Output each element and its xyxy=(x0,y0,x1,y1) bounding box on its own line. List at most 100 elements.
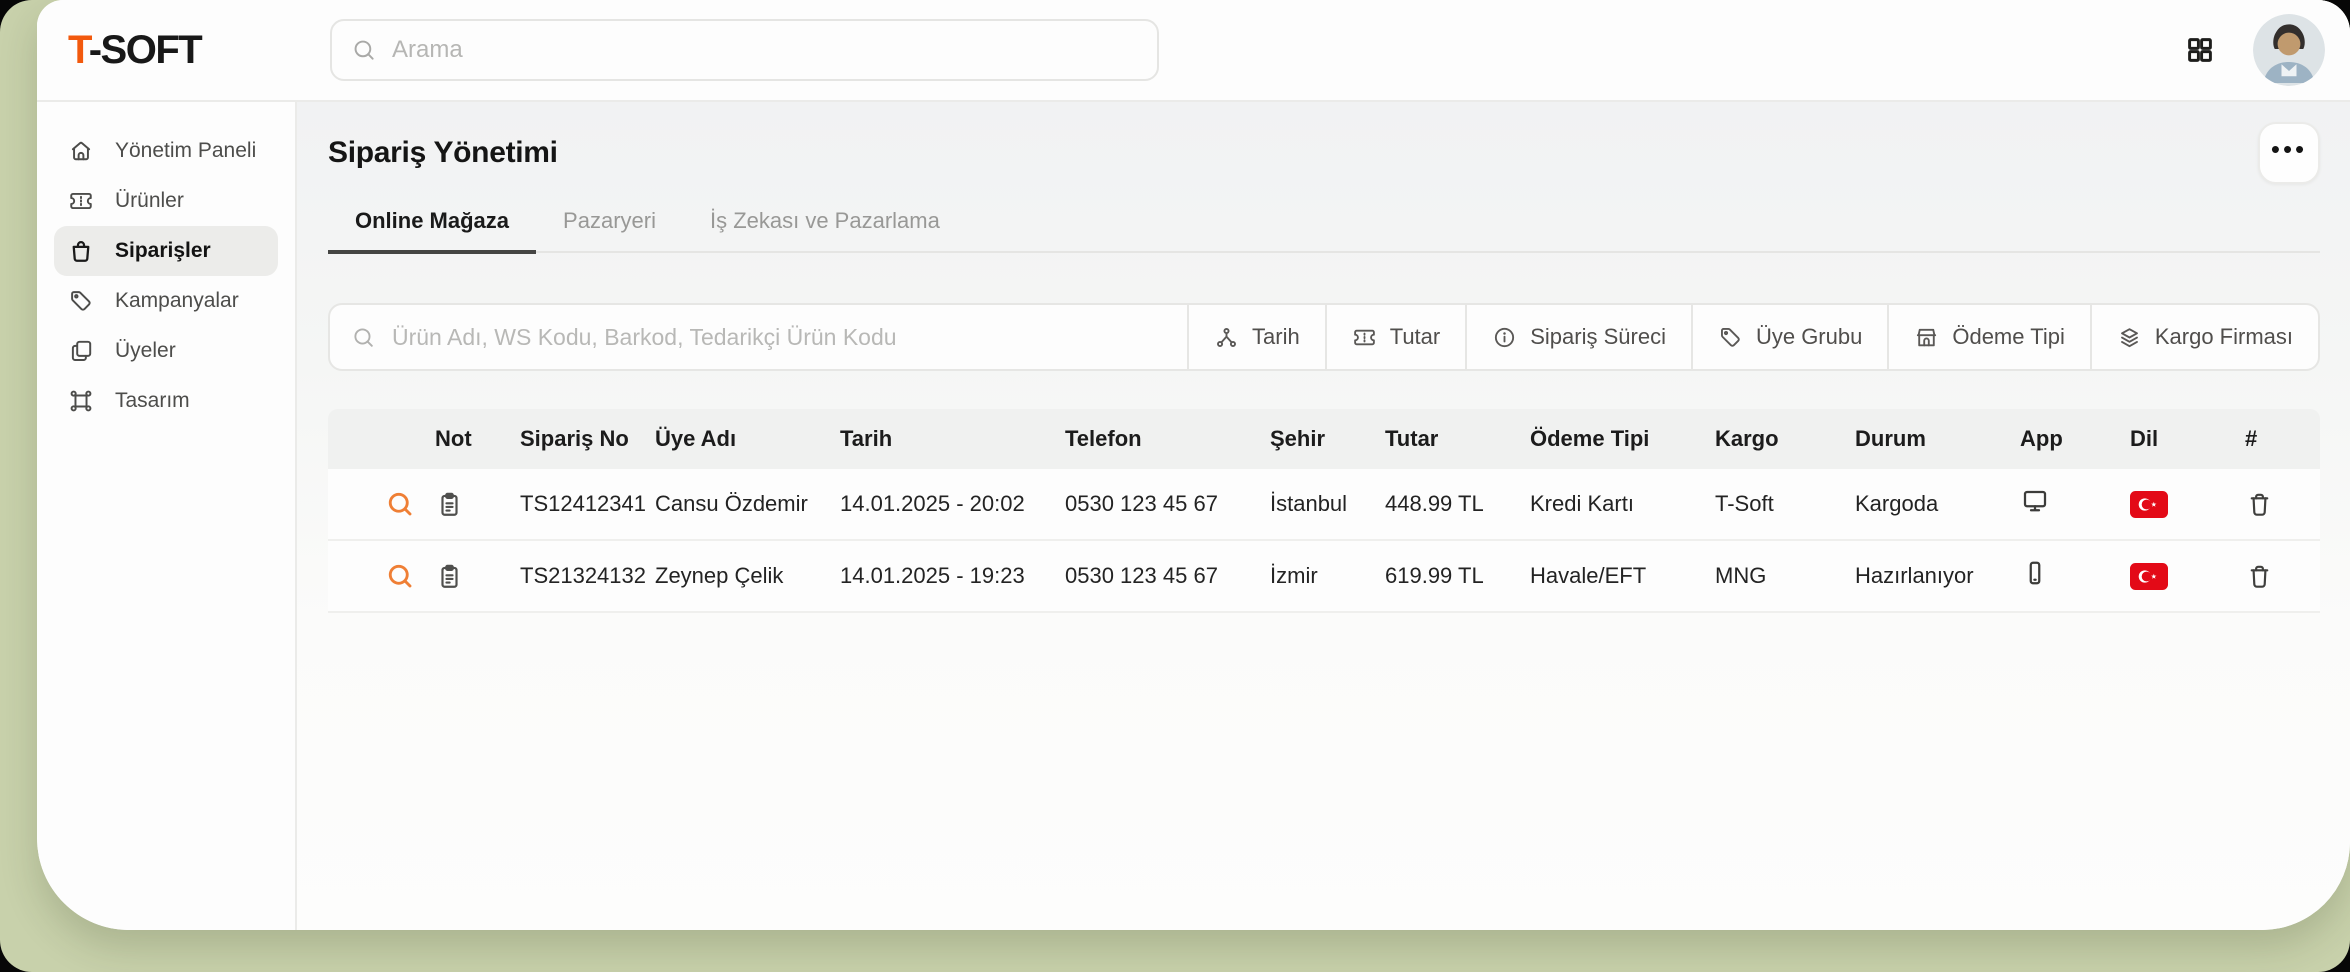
tab-is-zekasi-ve-pazarlama[interactable]: İş Zekası ve Pazarlama xyxy=(683,194,967,254)
sidebar-item-uyeler[interactable]: Üyeler xyxy=(54,326,278,376)
more-options-button[interactable]: ••• xyxy=(2258,122,2320,184)
brand-logo-rest: -SOFT xyxy=(89,28,201,72)
cell-app xyxy=(2020,558,2130,594)
turkish-flag-icon xyxy=(2130,563,2168,590)
cell-order-no: TS21324132 xyxy=(520,563,655,589)
filter-label: Ödeme Tipi xyxy=(1952,324,2065,350)
header-kargo: Kargo xyxy=(1715,426,1855,452)
user-avatar[interactable] xyxy=(2253,14,2325,86)
header-tarih: Tarih xyxy=(840,426,1065,452)
header-telefon: Telefon xyxy=(1065,426,1270,452)
cell-phone: 0530 123 45 67 xyxy=(1065,563,1270,589)
cell-app xyxy=(2020,486,2130,522)
pages-icon xyxy=(68,338,94,364)
sidebar-item-kampanyalar[interactable]: Kampanyalar xyxy=(54,276,278,326)
apps-grid-icon xyxy=(2184,34,2216,66)
sidebar-item-label: Kampanyalar xyxy=(115,289,239,313)
orders-table: Not Sipariş No Üye Adı Tarih Telefon Şeh… xyxy=(328,409,2320,613)
global-search xyxy=(330,19,1159,81)
filter-label: Sipariş Süreci xyxy=(1530,324,1666,350)
row-note-button[interactable] xyxy=(435,490,520,519)
tag-icon xyxy=(1718,325,1743,350)
header-uye-adi: Üye Adı xyxy=(655,426,840,452)
header-app: App xyxy=(2020,426,2130,452)
main-content: Sipariş Yönetimi ••• Online Mağaza Pazar… xyxy=(297,102,2350,930)
header-durum: Durum xyxy=(1855,426,2020,452)
sidebar-item-siparisler[interactable]: Siparişler xyxy=(54,226,278,276)
table-search-input[interactable] xyxy=(390,323,1166,352)
screen-background: T-SOFT Yönetim Paneli xyxy=(0,0,2350,972)
header-tutar: Tutar xyxy=(1385,426,1530,452)
cell-city: İstanbul xyxy=(1270,491,1385,517)
ticket-icon xyxy=(68,188,94,214)
filter-tarih-button[interactable]: Tarih xyxy=(1187,305,1325,369)
cell-order-no: TS12412341 xyxy=(520,491,655,517)
sidebar-item-label: Ürünler xyxy=(115,189,184,213)
sidebar-item-yonetim-paneli[interactable]: Yönetim Paneli xyxy=(54,126,278,176)
ticket-icon xyxy=(1352,325,1377,350)
search-icon xyxy=(351,325,376,350)
layers-icon xyxy=(2117,325,2142,350)
search-icon xyxy=(385,489,415,519)
header-odeme-tipi: Ödeme Tipi xyxy=(1530,426,1715,452)
sidebar: Yönetim Paneli Ürünler Siparişler Kampan… xyxy=(37,102,297,930)
cell-member: Cansu Özdemir xyxy=(655,491,840,517)
clipboard-icon xyxy=(435,490,464,519)
cell-amount: 448.99 TL xyxy=(1385,491,1530,517)
cell-status: Kargoda xyxy=(1855,491,2020,517)
sidebar-item-urunler[interactable]: Ürünler xyxy=(54,176,278,226)
trash-icon xyxy=(2245,562,2274,591)
global-search-input[interactable] xyxy=(390,35,1138,65)
table-header-row: Not Sipariş No Üye Adı Tarih Telefon Şeh… xyxy=(328,409,2320,469)
app-body: Yönetim Paneli Ürünler Siparişler Kampan… xyxy=(37,102,2350,930)
header-siparis-no: Sipariş No xyxy=(520,426,655,452)
filter-label: Kargo Firması xyxy=(2155,324,2293,350)
row-note-button[interactable] xyxy=(435,562,520,591)
page-head: Sipariş Yönetimi ••• xyxy=(328,122,2320,184)
sidebar-item-tasarim[interactable]: Tasarım xyxy=(54,376,278,426)
cell-amount: 619.99 TL xyxy=(1385,563,1530,589)
cell-city: İzmir xyxy=(1270,563,1385,589)
shopping-bag-icon xyxy=(68,238,94,264)
filter-label: Tarih xyxy=(1252,324,1300,350)
desktop-icon xyxy=(2020,486,2050,522)
filter-tutar-button[interactable]: Tutar xyxy=(1325,305,1466,369)
turkish-flag-icon xyxy=(2130,491,2168,518)
row-delete-button[interactable] xyxy=(2245,562,2320,591)
cell-phone: 0530 123 45 67 xyxy=(1065,491,1270,517)
cell-status: Hazırlanıyor xyxy=(1855,563,2020,589)
row-inspect-button[interactable] xyxy=(385,489,435,519)
header-actions: # xyxy=(2245,426,2320,452)
filter-odeme-tipi-button[interactable]: Ödeme Tipi xyxy=(1887,305,2090,369)
header-dil: Dil xyxy=(2130,426,2245,452)
page-title: Sipariş Yönetimi xyxy=(328,136,558,170)
cell-lang xyxy=(2130,491,2245,518)
apps-grid-button[interactable] xyxy=(2177,27,2223,73)
cell-member: Zeynep Çelik xyxy=(655,563,840,589)
cell-lang xyxy=(2130,563,2245,590)
row-inspect-button[interactable] xyxy=(385,561,435,591)
tab-pazaryeri[interactable]: Pazaryeri xyxy=(536,194,683,254)
brand-logo: T-SOFT xyxy=(68,28,330,73)
filter-kargo-firmasi-button[interactable]: Kargo Firması xyxy=(2090,305,2318,369)
tag-icon xyxy=(68,288,94,314)
table-search xyxy=(330,305,1187,369)
cell-date: 14.01.2025 - 20:02 xyxy=(840,491,1065,517)
tab-online-magaza[interactable]: Online Mağaza xyxy=(328,194,536,254)
row-delete-button[interactable] xyxy=(2245,490,2320,519)
vector-frame-icon xyxy=(68,388,94,414)
cell-date: 14.01.2025 - 19:23 xyxy=(840,563,1065,589)
search-icon xyxy=(351,37,377,63)
info-circle-icon xyxy=(1492,325,1517,350)
filter-uye-grubu-button[interactable]: Üye Grubu xyxy=(1691,305,1887,369)
hierarchy-icon xyxy=(1214,325,1239,350)
home-icon xyxy=(68,138,94,164)
filter-siparis-sureci-button[interactable]: Sipariş Süreci xyxy=(1465,305,1691,369)
sidebar-item-label: Üyeler xyxy=(115,339,176,363)
filter-bar: Tarih Tutar Sipariş Süreci Üye Grubu xyxy=(328,303,2320,371)
filter-label: Tutar xyxy=(1390,324,1441,350)
header-sehir: Şehir xyxy=(1270,426,1385,452)
sidebar-item-label: Tasarım xyxy=(115,389,190,413)
top-header: T-SOFT xyxy=(37,0,2350,102)
trash-icon xyxy=(2245,490,2274,519)
